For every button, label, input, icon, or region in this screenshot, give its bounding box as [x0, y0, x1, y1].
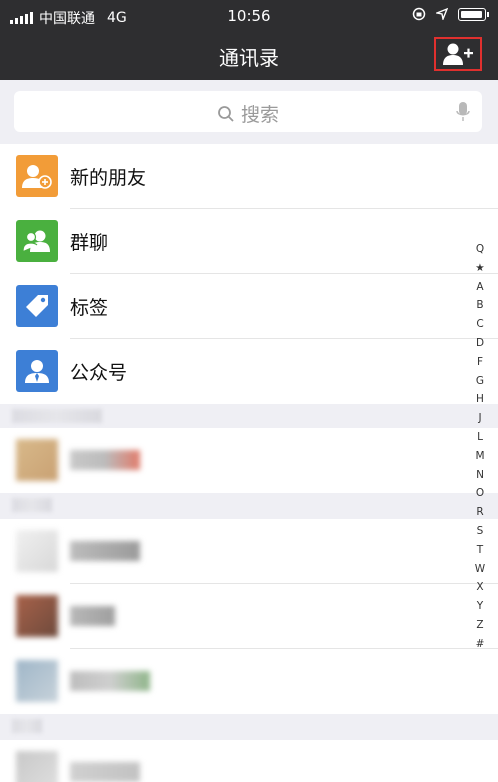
- search-icon: [218, 105, 234, 122]
- avatar: [16, 439, 58, 481]
- contact-item[interactable]: [0, 428, 498, 493]
- avatar: [16, 595, 58, 637]
- group-chat-label: 群聊: [70, 232, 109, 254]
- index-letter[interactable]: F: [477, 353, 483, 372]
- tags-label: 标签: [70, 297, 109, 319]
- section-header: [0, 493, 498, 519]
- location-icon: [436, 8, 448, 20]
- add-contact-button[interactable]: [434, 37, 482, 71]
- new-friends-label: 新的朋友: [70, 167, 147, 189]
- page-title: 通讯录: [219, 46, 279, 70]
- alphabet-index[interactable]: Q ★ A B C D F G H J L M N O R S T W X Y Z #: [472, 240, 488, 654]
- contact-item[interactable]: [0, 649, 498, 714]
- tag-icon: [16, 285, 58, 327]
- section-header: [0, 714, 498, 740]
- group-chat-icon: [16, 220, 58, 262]
- status-bar: 中国联通 4G 10:56: [0, 0, 498, 32]
- index-letter[interactable]: T: [477, 541, 483, 560]
- official-accounts-label: 公众号: [70, 362, 128, 384]
- index-letter[interactable]: Q: [476, 240, 484, 259]
- index-letter[interactable]: Z: [476, 616, 483, 635]
- official-account-icon: [16, 350, 58, 392]
- index-letter[interactable]: L: [477, 428, 483, 447]
- index-letter[interactable]: A: [476, 278, 483, 297]
- orientation-lock-icon: [412, 7, 426, 21]
- index-letter[interactable]: J: [478, 409, 481, 428]
- microphone-icon[interactable]: [456, 101, 470, 123]
- index-letter[interactable]: S: [477, 522, 484, 541]
- search-input[interactable]: 搜索: [14, 91, 482, 132]
- battery-icon: [458, 7, 489, 21]
- index-letter[interactable]: H: [476, 390, 484, 409]
- search-bar: 搜索: [0, 80, 498, 144]
- index-letter[interactable]: M: [475, 447, 484, 466]
- index-letter[interactable]: B: [476, 296, 483, 315]
- new-friends-item[interactable]: 新的朋友: [0, 144, 498, 209]
- contact-item[interactable]: [0, 519, 498, 584]
- avatar: [16, 751, 58, 782]
- index-letter[interactable]: D: [476, 334, 484, 353]
- contact-name-blurred: [70, 541, 140, 561]
- new-friend-icon: [16, 155, 58, 197]
- contact-name-blurred: [70, 762, 140, 782]
- index-letter[interactable]: N: [476, 466, 484, 485]
- index-letter[interactable]: R: [476, 503, 483, 522]
- blurred-header: [12, 409, 102, 423]
- tags-item[interactable]: 标签: [0, 274, 498, 339]
- index-letter[interactable]: W: [475, 560, 485, 579]
- index-letter[interactable]: G: [476, 372, 484, 391]
- index-letter[interactable]: X: [476, 578, 483, 597]
- section-header: [0, 404, 498, 428]
- index-letter[interactable]: #: [476, 635, 485, 654]
- avatar: [16, 660, 58, 702]
- contacts-list: 新的朋友 群聊 标签 公众号: [0, 144, 498, 782]
- contact-name-blurred: [70, 450, 140, 470]
- contact-name-blurred: [70, 671, 150, 691]
- index-letter[interactable]: ★: [475, 259, 484, 278]
- index-letter[interactable]: O: [476, 484, 484, 503]
- search-placeholder: 搜索: [240, 104, 279, 126]
- group-chat-item[interactable]: 群聊: [0, 209, 498, 274]
- status-right: [412, 7, 489, 21]
- contact-item[interactable]: [0, 740, 498, 782]
- blurred-header: [12, 719, 42, 733]
- contact-name-blurred: [70, 606, 115, 626]
- nav-bar: 通讯录: [0, 32, 498, 80]
- official-accounts-item[interactable]: 公众号: [0, 339, 498, 404]
- index-letter[interactable]: C: [476, 315, 483, 334]
- contact-item[interactable]: [0, 584, 498, 649]
- index-letter[interactable]: Y: [477, 597, 483, 616]
- blurred-header: [12, 498, 52, 512]
- add-user-icon: [443, 43, 473, 65]
- avatar: [16, 530, 58, 572]
